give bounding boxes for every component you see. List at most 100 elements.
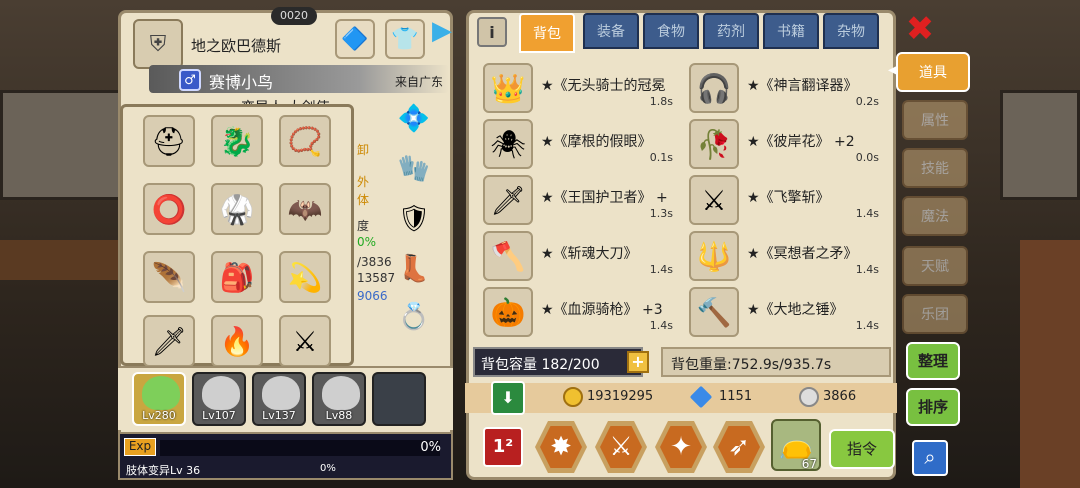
tab-potion[interactable]: 药剂 (703, 13, 759, 49)
name-bar: ♂ 赛博小鸟 来自广东 (149, 65, 449, 93)
list-item[interactable]: 🥀 ★《彼岸花》 +2 0.0s (683, 117, 885, 171)
item-name: ★《大地之锤》 (747, 302, 844, 318)
strike-skill-icon[interactable]: ➶ (713, 421, 765, 473)
exp-percent: 0% (420, 440, 441, 455)
side-tab-skills[interactable]: 技能 (902, 148, 968, 188)
guild-emblem-icon[interactable]: ⛨ (133, 19, 183, 69)
party-member[interactable]: Lv280 (132, 372, 186, 426)
teleport-icon[interactable]: 🔷 (335, 19, 375, 59)
command-button[interactable]: 指令 (829, 429, 895, 469)
hotkey-number-icon[interactable]: 1² (483, 427, 523, 467)
realm-name: 地之欧巴德斯 (191, 37, 282, 55)
diamond-icon (689, 385, 713, 409)
wardrobe-hanger-icon[interactable]: 👕 (385, 19, 425, 59)
equipment-grid: ⛑ 🐉 📿 ⭕ 🥋 🦇 🪶 🎒 💫 🗡 🔥 ⚔ (120, 104, 354, 367)
blue-armor-icon[interactable]: 🥋 (211, 183, 263, 235)
list-item[interactable]: 🗡 ★《王国护卫者》 +1.3s (477, 173, 679, 227)
scene-block-right (1000, 90, 1080, 200)
slash-skill-icon[interactable]: ⚔ (595, 421, 647, 473)
side-tab-band[interactable]: 乐团 (902, 294, 968, 334)
fire-burst-skill-icon[interactable]: ✸ (535, 421, 587, 473)
partial-label: 9066 (357, 289, 388, 303)
red-necklace-icon[interactable]: ⭕ (143, 183, 195, 235)
red-dagger-icon[interactable]: 🗡 (143, 315, 195, 367)
silver-feather-icon[interactable]: 🪶 (143, 251, 195, 303)
armor-gear-icon[interactable]: 🛡 (391, 197, 437, 241)
tab-equipment[interactable]: 装备 (583, 13, 639, 49)
item-name: ★《王国护卫者》 + (541, 190, 668, 206)
pouch-icon[interactable]: 👝 67 (771, 419, 821, 471)
whirlwind-skill-icon[interactable]: ✦ (655, 421, 707, 473)
bag-weight: 背包重量:752.9s/935.7s (661, 347, 891, 377)
side-tab-items[interactable]: 道具 (896, 52, 970, 92)
scene-block-left (0, 90, 130, 200)
mutation-label: 肢体变异Lv 36 (126, 464, 201, 477)
list-item[interactable]: 🎧 ★《神言翻译器》 0.2s (683, 61, 885, 115)
item-name: ★《冥想者之矛》 (747, 246, 858, 262)
avatar (262, 376, 300, 410)
side-tab-talent[interactable]: 天赋 (902, 246, 968, 286)
item-weight: 1.4s (855, 207, 879, 220)
silver-sword-icon[interactable]: ⚔ (279, 315, 331, 367)
party-member[interactable]: Lv88 (312, 372, 366, 426)
item-name: ★《摩根的假眼》 (541, 134, 652, 150)
tab-books[interactable]: 书籍 (763, 13, 819, 49)
backpack-panel: i 背包 装备 食物 药剂 书籍 杂物 👑 ★《无头骑士的冠冕 1.8s 🎧 ★《神言… (465, 10, 897, 480)
gold-amount: 19319295 (587, 389, 654, 404)
item-weight: 1.4s (855, 319, 879, 332)
partial-label: 度 (357, 219, 370, 233)
tab-misc[interactable]: 杂物 (823, 13, 879, 49)
list-item[interactable]: 👑 ★《无头骑士的冠冕 1.8s (477, 61, 679, 115)
item-name: ★《无头骑士的冠冕 (541, 78, 666, 94)
side-tab-magic[interactable]: 魔法 (902, 196, 968, 236)
item-weight: 1.8s (649, 95, 673, 108)
expand-capacity-button[interactable]: + (627, 351, 649, 373)
list-item[interactable]: 🔱 ★《冥想者之矛》 1.4s (683, 229, 885, 283)
golden-spear-icon: 🔱 (689, 231, 739, 281)
currency-bar: ⬇ 19319295 1151 3866 (465, 381, 897, 415)
gauntlet-gear-icon[interactable]: 🧤 (391, 147, 437, 191)
download-icon[interactable]: ⬇ (491, 381, 525, 415)
item-list: 👑 ★《无头骑士的冠冕 1.8s 🎧 ★《神言翻译器》 0.2s 🕷 ★《摩根的假眼》 0.… (477, 61, 889, 343)
boots-gear-icon[interactable]: 👢 (391, 247, 437, 291)
empty-party-slot[interactable] (372, 372, 426, 426)
tab-food[interactable]: 食物 (643, 13, 699, 49)
gold-amulet-icon[interactable]: 📿 (279, 115, 331, 167)
blue-helmet-icon[interactable]: ⛑ (143, 115, 195, 167)
next-arrow-icon[interactable]: ▶ (432, 16, 452, 46)
crystal-gear-icon[interactable]: 💠 (391, 97, 437, 141)
item-weight: 0.2s (855, 95, 879, 108)
sort-button[interactable]: 排序 (906, 388, 960, 426)
list-item[interactable]: 🪓 ★《斩魂大刀》 1.4s (477, 229, 679, 283)
mutation-percent: 0% (320, 463, 336, 474)
ring-gear-icon[interactable]: 💍 (391, 295, 437, 339)
organize-button[interactable]: 整理 (906, 342, 960, 380)
list-item[interactable]: ⚔ ★《飞擎斩》 1.4s (683, 173, 885, 227)
side-tab-attributes[interactable]: 属性 (902, 100, 968, 140)
search-icon[interactable]: ⌕ (912, 440, 948, 476)
diamond-amount: 1151 (719, 389, 753, 404)
red-jetpack-icon[interactable]: 🎒 (211, 251, 263, 303)
partial-label: 13587 (357, 271, 396, 285)
list-item[interactable]: 🕷 ★《摩根的假眼》 0.1s (477, 117, 679, 171)
translator-icon: 🎧 (689, 63, 739, 113)
red-dragon-helm-icon[interactable]: 🐉 (211, 115, 263, 167)
pouch-count: 67 (801, 457, 817, 471)
info-button[interactable]: i (477, 17, 507, 47)
gold-ring-icon[interactable]: 💫 (279, 251, 331, 303)
bag-capacity: 背包容量 182/200 (473, 347, 643, 377)
list-item[interactable]: 🔨 ★《大地之锤》 1.4s (683, 285, 885, 339)
list-item[interactable]: 🎃 ★《血源骑枪》 +3 1.4s (477, 285, 679, 339)
item-weight: 1.3s (649, 207, 673, 220)
party-member[interactable]: Lv107 (192, 372, 246, 426)
item-name: ★《飞擎斩》 (747, 190, 830, 206)
fire-wand-icon[interactable]: 🔥 (211, 315, 263, 367)
purple-cape-icon[interactable]: 🦇 (279, 183, 331, 235)
close-icon[interactable]: ✖ (904, 12, 936, 46)
party-member[interactable]: Lv137 (252, 372, 306, 426)
tab-backpack[interactable]: 背包 (519, 13, 575, 53)
hammer-icon: 🔨 (689, 287, 739, 337)
member-level: Lv280 (142, 409, 176, 422)
avatar (322, 376, 360, 410)
exp-bar (160, 440, 440, 456)
